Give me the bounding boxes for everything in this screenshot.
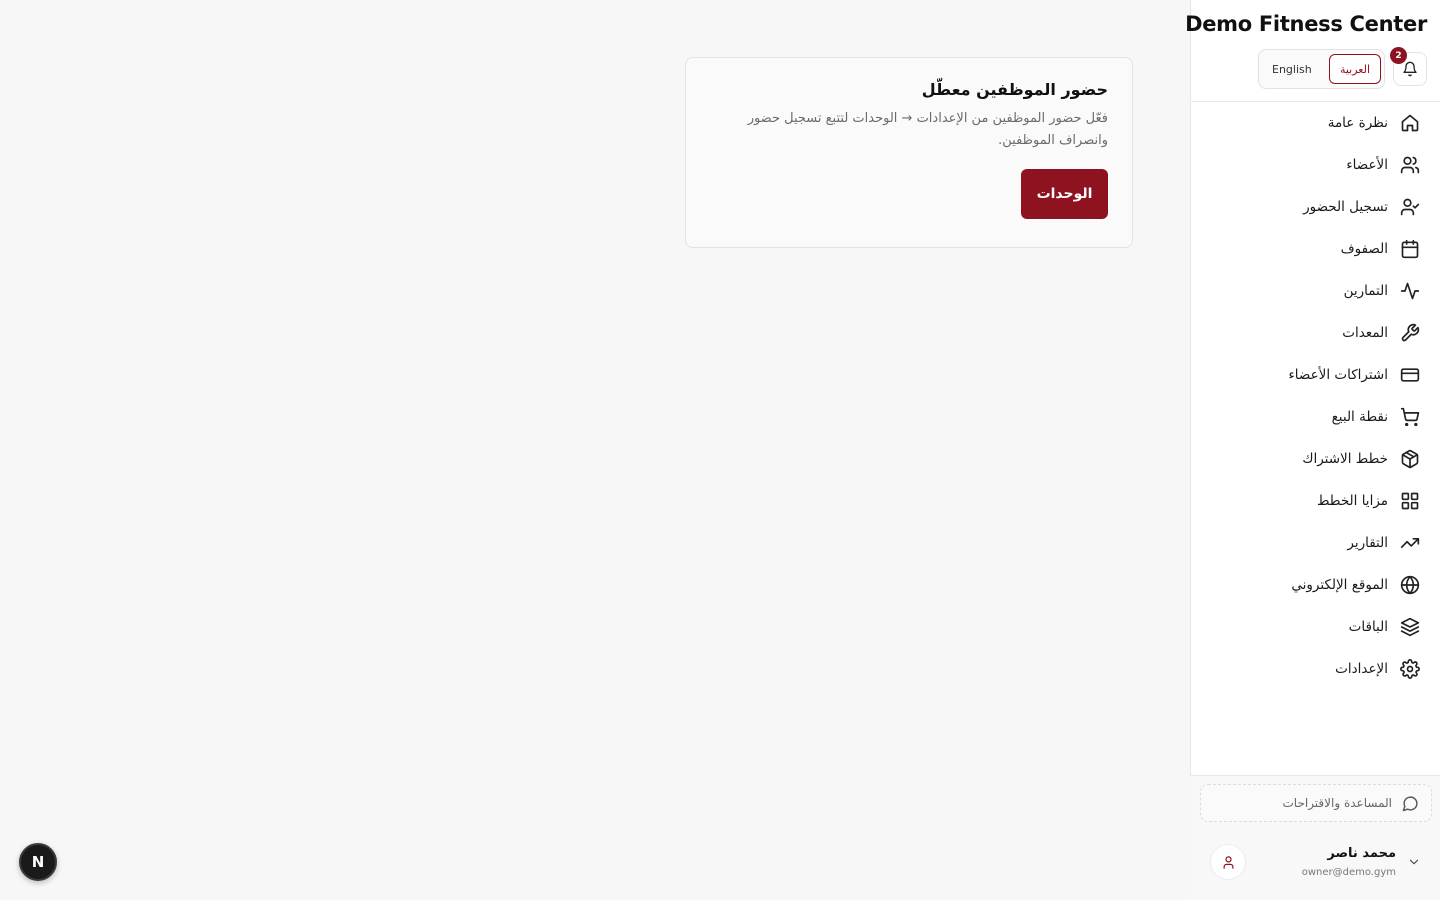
sidebar-item-label: الإعدادات — [1335, 661, 1388, 677]
user-check-icon — [1400, 197, 1420, 217]
gear-icon — [1400, 659, 1420, 679]
language-arabic-button[interactable]: العربية — [1328, 54, 1381, 84]
sidebar-item-equipment[interactable]: المعدات — [1190, 312, 1440, 354]
activity-icon — [1400, 281, 1420, 301]
user-email: owner@demo.gym — [1301, 867, 1396, 878]
sidebar-item-plan-features[interactable]: مزايا الخطط — [1190, 480, 1440, 522]
notifications-button[interactable]: 2 — [1390, 47, 1427, 86]
sidebar-item-check-in[interactable]: تسجيل الحضور — [1190, 186, 1440, 228]
sidebar-item-label: المعدات — [1342, 325, 1388, 341]
modules-button[interactable]: الوحدات — [1021, 169, 1108, 219]
help-feedback-button[interactable]: المساعدة والاقتراحات — [1200, 784, 1432, 822]
package-icon — [1400, 449, 1420, 469]
brand-name: Demo Fitness Center — [1185, 12, 1427, 36]
sidebar-item-label: مزايا الخطط — [1316, 493, 1388, 509]
sidebar-item-memberships[interactable]: اشتراكات الأعضاء — [1190, 354, 1440, 396]
credit-card-icon — [1400, 365, 1420, 385]
language-switcher: العربية English — [1258, 49, 1385, 89]
user-menu[interactable]: محمد ناصر owner@demo.gym — [1200, 834, 1432, 890]
sidebar-item-label: التمارين — [1343, 283, 1388, 299]
sidebar-item-label: اشتراكات الأعضاء — [1288, 367, 1388, 383]
grid-icon — [1400, 491, 1420, 511]
sidebar-item-reports[interactable]: التقارير — [1190, 522, 1440, 564]
card-title: حضور الموظفين معطّل — [921, 80, 1108, 99]
chevron-down-icon — [1406, 854, 1422, 870]
globe-icon — [1400, 575, 1420, 595]
layers-icon — [1400, 617, 1420, 637]
bell-icon — [1402, 61, 1418, 77]
user-name: محمد ناصر — [1327, 846, 1396, 861]
sidebar-item-point-of-sale[interactable]: نقطة البيع — [1190, 396, 1440, 438]
help-feedback-label: المساعدة والاقتراحات — [1282, 796, 1392, 810]
card-description: فعّل حضور الموظفين من الإعدادات → الوحدا… — [747, 111, 1108, 148]
notification-count-badge: 2 — [1390, 47, 1407, 64]
sidebar-nav: نظرة عامة الأعضاء تسجيل الحضور الصفوف ال… — [1190, 102, 1440, 690]
home-icon — [1400, 113, 1420, 133]
language-english-button[interactable]: English — [1262, 54, 1322, 84]
sidebar-item-label: التقارير — [1347, 535, 1388, 551]
sidebar-item-label: الأعضاء — [1346, 157, 1388, 173]
sidebar-item-label: خطط الاشتراك — [1302, 451, 1388, 467]
sidebar-item-subscription-plans[interactable]: خطط الاشتراك — [1190, 438, 1440, 480]
sidebar: Demo Fitness Center 2 العربية English نظ… — [1185, 0, 1440, 900]
users-icon — [1400, 155, 1420, 175]
sidebar-item-website[interactable]: الموقع الإلكتروني — [1190, 564, 1440, 606]
sidebar-item-classes[interactable]: الصفوف — [1190, 228, 1440, 270]
wrench-icon — [1400, 323, 1420, 343]
sidebar-item-packages[interactable]: الباقات — [1190, 606, 1440, 648]
sidebar-item-workouts[interactable]: التمارين — [1190, 270, 1440, 312]
sidebar-item-overview[interactable]: نظرة عامة — [1190, 102, 1440, 144]
user-icon — [1221, 855, 1236, 870]
sidebar-item-label: نقطة البيع — [1331, 409, 1388, 425]
user-info: محمد ناصر owner@demo.gym — [1246, 846, 1406, 878]
sidebar-footer: المساعدة والاقتراحات محمد ناصر owner@dem… — [1190, 776, 1440, 900]
header-controls: 2 العربية English — [1258, 47, 1427, 89]
staff-attendance-disabled-card: حضور الموظفين معطّل فعّل حضور الموظفين م… — [685, 57, 1133, 248]
cart-icon — [1400, 407, 1420, 427]
sidebar-item-label: نظرة عامة — [1327, 115, 1388, 131]
sidebar-item-label: تسجيل الحضور — [1303, 199, 1388, 215]
dev-indicator-button[interactable]: N — [19, 843, 57, 881]
sidebar-item-members[interactable]: الأعضاء — [1190, 144, 1440, 186]
trending-up-icon — [1400, 533, 1420, 553]
sidebar-item-label: الموقع الإلكتروني — [1291, 577, 1388, 593]
message-circle-icon — [1402, 795, 1419, 812]
sidebar-item-label: الباقات — [1348, 619, 1388, 635]
sidebar-item-label: الصفوف — [1340, 241, 1388, 257]
calendar-icon — [1400, 239, 1420, 259]
avatar — [1210, 844, 1246, 880]
sidebar-item-settings[interactable]: الإعدادات — [1190, 648, 1440, 690]
